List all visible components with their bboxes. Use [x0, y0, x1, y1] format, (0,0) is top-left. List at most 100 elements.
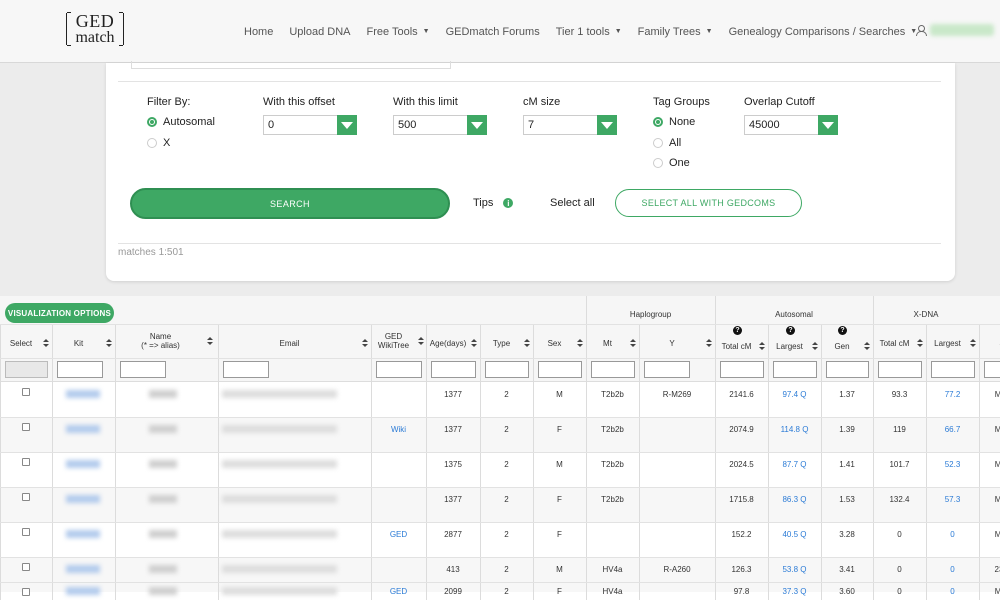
help-icon[interactable]: ?	[733, 326, 742, 335]
nav-item-family-trees[interactable]: Family Trees ▼	[638, 26, 713, 38]
cell-xlargest[interactable]: 0	[926, 565, 979, 574]
tips-link[interactable]: Tips i	[473, 197, 514, 209]
sort-icon[interactable]	[577, 339, 583, 348]
sort-icon[interactable]	[106, 339, 112, 348]
cell-largest[interactable]: 114.8 Q	[768, 425, 821, 434]
help-icon[interactable]: ?	[838, 326, 847, 335]
nav-item-home[interactable]: Home	[244, 26, 273, 38]
kit-id-redacted[interactable]	[66, 587, 100, 595]
select-all-link[interactable]: Select all	[550, 197, 595, 209]
select-all-gedcoms-button[interactable]: SELECT ALL WITH GEDCOMS	[615, 189, 802, 217]
filter-input-name[interactable]	[120, 361, 166, 378]
offset-select[interactable]: 0	[263, 115, 357, 135]
cell-largest[interactable]: 87.7 Q	[768, 460, 821, 469]
column-header-type[interactable]: Type	[480, 337, 523, 349]
column-header-sex[interactable]: Sex	[533, 337, 576, 349]
cell-link[interactable]: Wiki	[371, 425, 426, 434]
sort-icon[interactable]	[43, 339, 49, 348]
cell-xlargest[interactable]: 57.3	[926, 495, 979, 504]
filter-input-y[interactable]	[644, 361, 690, 378]
dropdown-arrow-icon[interactable]	[818, 115, 838, 135]
dropdown-arrow-icon[interactable]	[597, 115, 617, 135]
search-button[interactable]: SEARCH	[130, 188, 450, 219]
cell-xlargest[interactable]: 0	[926, 587, 979, 596]
help-icon[interactable]: ?	[786, 326, 795, 335]
row-select-checkbox[interactable]	[22, 563, 30, 571]
cell-xlargest[interactable]: 52.3	[926, 460, 979, 469]
sort-icon[interactable]	[630, 339, 636, 348]
kit-id-redacted[interactable]	[66, 565, 100, 573]
filter-input-sex[interactable]	[538, 361, 582, 378]
sort-icon[interactable]	[418, 337, 424, 346]
nav-item-tier-1-tools[interactable]: Tier 1 tools ▼	[556, 26, 622, 38]
kit-id-redacted[interactable]	[66, 530, 100, 538]
filter-input-x-total-cm[interactable]	[878, 361, 922, 378]
cell-largest[interactable]: 53.8 Q	[768, 565, 821, 574]
sort-icon[interactable]	[706, 339, 712, 348]
dropdown-arrow-icon[interactable]	[337, 115, 357, 135]
row-select-checkbox[interactable]	[22, 388, 30, 396]
filter-input-gen[interactable]	[826, 361, 869, 378]
overlap-cutoff-select[interactable]: 45000	[744, 115, 838, 135]
filter-input-mt[interactable]	[591, 361, 635, 378]
column-header-kit[interactable]: Kit	[52, 337, 105, 349]
nav-item-gedmatch-forums[interactable]: GEDmatch Forums	[446, 26, 540, 38]
filter-input-age[interactable]	[431, 361, 476, 378]
sort-icon[interactable]	[207, 337, 213, 346]
filter-input-x-largest[interactable]	[931, 361, 975, 378]
nav-item-genealogy-comparisons-searches[interactable]: Genealogy Comparisons / Searches ▼	[729, 26, 918, 38]
filter-input-type[interactable]	[485, 361, 529, 378]
column-header-extra[interactable]: Sc	[979, 337, 1000, 349]
column-header-total-cm[interactable]: Total cM	[715, 340, 758, 352]
cell-xlargest[interactable]: 77.2	[926, 390, 979, 399]
column-header-x-total-cm[interactable]: Total cM	[873, 337, 916, 349]
sort-icon[interactable]	[759, 342, 765, 351]
cell-largest[interactable]: 86.3 Q	[768, 495, 821, 504]
kit-id-redacted[interactable]	[66, 460, 100, 468]
column-header-gen[interactable]: Gen	[821, 340, 863, 352]
kit-number-input[interactable]	[131, 61, 451, 69]
row-select-checkbox[interactable]	[22, 423, 30, 431]
sort-icon[interactable]	[970, 339, 976, 348]
column-header-select[interactable]: Select	[0, 337, 42, 349]
sort-icon[interactable]	[917, 339, 923, 348]
dropdown-arrow-icon[interactable]	[467, 115, 487, 135]
cell-link[interactable]: GED	[371, 587, 426, 596]
user-menu[interactable]	[916, 24, 994, 36]
sort-icon[interactable]	[471, 339, 477, 348]
column-header-name[interactable]: Name (* => alias)	[115, 328, 206, 354]
row-select-checkbox[interactable]	[22, 458, 30, 466]
filter-input-ged[interactable]	[376, 361, 422, 378]
filter-input-email[interactable]	[223, 361, 269, 378]
column-header-email[interactable]: Email	[218, 337, 361, 349]
cell-xlargest[interactable]: 66.7	[926, 425, 979, 434]
kit-id-redacted[interactable]	[66, 495, 100, 503]
cm-size-select[interactable]: 7	[523, 115, 617, 135]
column-header-largest[interactable]: Largest	[768, 340, 811, 352]
cell-xlargest[interactable]: 0	[926, 530, 979, 539]
limit-select[interactable]: 500	[393, 115, 487, 135]
cell-largest[interactable]: 37.3 Q	[768, 587, 821, 596]
gedmatch-logo[interactable]: GED match	[66, 12, 124, 46]
filter-input-total-cm[interactable]	[720, 361, 764, 378]
filter-input-select[interactable]	[5, 361, 48, 378]
column-header-age[interactable]: Age(days)	[426, 337, 470, 349]
filter-input-largest[interactable]	[773, 361, 817, 378]
radio-tag-one[interactable]: One	[653, 157, 690, 169]
row-select-checkbox[interactable]	[22, 493, 30, 501]
row-select-checkbox[interactable]	[22, 528, 30, 536]
column-header-x-largest[interactable]: Largest	[926, 337, 969, 349]
radio-autosomal[interactable]: Autosomal	[147, 116, 215, 128]
cell-largest[interactable]: 40.5 Q	[768, 530, 821, 539]
filter-input-extra[interactable]	[984, 361, 1000, 378]
sort-icon[interactable]	[812, 342, 818, 351]
column-header-ged-wikitree[interactable]: GED WikiTree	[371, 328, 416, 354]
filter-input-kit[interactable]	[57, 361, 103, 378]
cell-link[interactable]: GED	[371, 530, 426, 539]
nav-item-free-tools[interactable]: Free Tools ▼	[366, 26, 429, 38]
sort-icon[interactable]	[864, 342, 870, 351]
sort-icon[interactable]	[524, 339, 530, 348]
radio-x[interactable]: X	[147, 137, 170, 149]
radio-tag-none[interactable]: None	[653, 116, 695, 128]
nav-item-upload-dna[interactable]: Upload DNA	[289, 26, 350, 38]
